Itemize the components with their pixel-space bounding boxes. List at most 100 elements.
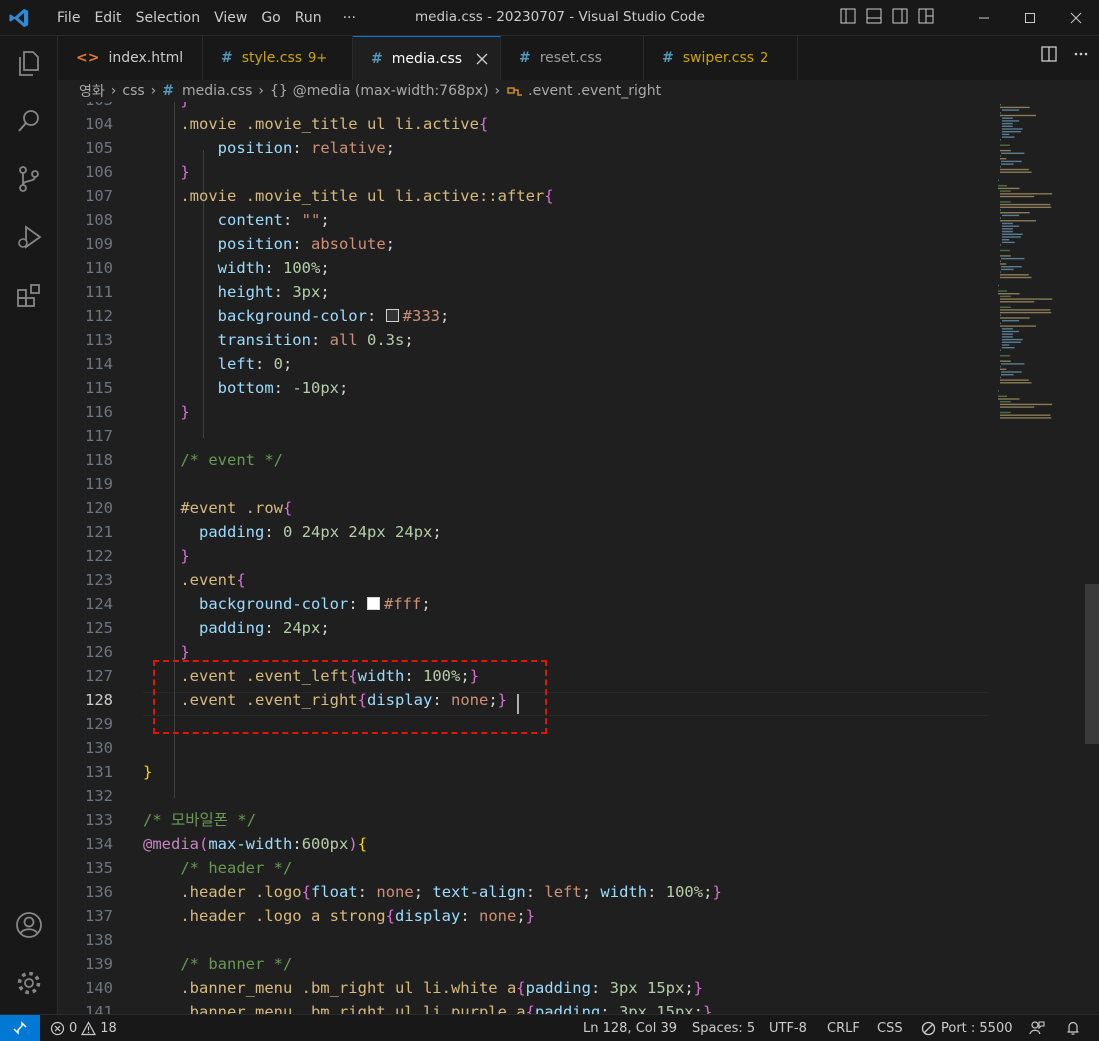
tab-reset-css[interactable]: # reset.css: [501, 36, 644, 80]
code-line[interactable]: 130: [58, 736, 988, 760]
close-window-button[interactable]: [1053, 0, 1099, 35]
vertical-scrollbar[interactable]: [1085, 102, 1099, 1014]
code-line[interactable]: 141 .banner_menu .bm_right ul li.purple …: [58, 1000, 988, 1014]
code-line[interactable]: 121 padding: 0 24px 24px 24px;: [58, 520, 988, 544]
cursor-position[interactable]: Ln 128, Col 39: [583, 1015, 677, 1041]
editor-actions: [1041, 46, 1089, 62]
color-swatch[interactable]: [367, 597, 380, 610]
code-line[interactable]: 132: [58, 784, 988, 808]
menu-selection[interactable]: Selection: [129, 10, 208, 26]
encoding-setting[interactable]: UTF-8: [769, 1015, 807, 1041]
code-text: /* 모바일폰 */: [143, 811, 257, 829]
language-mode[interactable]: CSS: [877, 1015, 903, 1041]
code-line[interactable]: 114 left: 0;: [58, 352, 988, 376]
minimize-button[interactable]: [961, 0, 1007, 35]
code-line[interactable]: 103 }: [58, 102, 988, 112]
code-line[interactable]: 105 position: relative;: [58, 136, 988, 160]
code-line[interactable]: 116 }: [58, 400, 988, 424]
more-actions-icon[interactable]: [1073, 46, 1089, 62]
run-debug-icon[interactable]: [14, 222, 44, 252]
code-editor[interactable]: 103 }104 .movie .movie_title ul li.activ…: [58, 102, 1099, 1014]
minimap-line: [1000, 360, 1011, 362]
scrollbar-thumb[interactable]: [1085, 584, 1099, 744]
live-server-button[interactable]: Port : 5500: [921, 1015, 1013, 1041]
accounts-icon[interactable]: [14, 910, 44, 940]
tab-media-css[interactable]: # media.css: [353, 36, 501, 80]
code-line[interactable]: 134 @media(max-width:600px){: [58, 832, 988, 856]
search-icon[interactable]: [14, 106, 44, 136]
explorer-icon[interactable]: [14, 48, 44, 78]
notifications-button[interactable]: [1065, 1015, 1081, 1041]
breadcrumb-rule[interactable]: .event .event_right: [528, 83, 661, 99]
code-line[interactable]: 122 }: [58, 544, 988, 568]
code-line[interactable]: 136 .header .logo{float: none; text-alig…: [58, 880, 988, 904]
toggle-panel-icon[interactable]: [866, 8, 882, 24]
code-line[interactable]: 119: [58, 472, 988, 496]
code-line[interactable]: 133 /* 모바일폰 */: [58, 808, 988, 832]
problems-button[interactable]: 0 18: [50, 1015, 117, 1041]
source-control-icon[interactable]: [14, 164, 44, 194]
menu-edit[interactable]: Edit: [87, 10, 128, 26]
code-line[interactable]: 115 bottom: -10px;: [58, 376, 988, 400]
window-title: media.css - 20230707 - Visual Studio Cod…: [415, 9, 705, 25]
menu-view[interactable]: View: [207, 10, 254, 26]
code-line[interactable]: 131}: [58, 760, 988, 784]
code-line[interactable]: 112 background-color: #333;: [58, 304, 988, 328]
indentation-setting[interactable]: Spaces: 5: [692, 1015, 755, 1041]
menu-go[interactable]: Go: [254, 10, 287, 26]
remote-indicator-button[interactable]: [0, 1015, 40, 1041]
color-swatch[interactable]: [385, 309, 399, 322]
split-editor-icon[interactable]: [1041, 46, 1057, 62]
settings-gear-icon[interactable]: [14, 968, 44, 998]
minimap-line: [1000, 295, 1011, 298]
tab-index-html[interactable]: <> index.html: [58, 36, 203, 80]
code-line[interactable]: 111 height: 3px;: [58, 280, 988, 304]
eol-setting[interactable]: CRLF: [827, 1015, 860, 1041]
menu-more[interactable]: ···: [329, 10, 363, 26]
breadcrumb-subfolder[interactable]: css: [122, 83, 144, 99]
code-line[interactable]: 113 transition: all 0.3s;: [58, 328, 988, 352]
code-line[interactable]: 110 width: 100%;: [58, 256, 988, 280]
layout-controls: [840, 8, 934, 24]
code-line[interactable]: 138: [58, 928, 988, 952]
close-tab-icon[interactable]: [475, 52, 489, 66]
code-line[interactable]: 135 /* header */: [58, 856, 988, 880]
code-line[interactable]: 107 .movie .movie_title ul li.active::af…: [58, 184, 988, 208]
code-line[interactable]: 137 .header .logo a strong{display: none…: [58, 904, 988, 928]
menu-file[interactable]: File: [50, 10, 87, 26]
code-line[interactable]: 124 background-color: #fff;: [58, 592, 988, 616]
minimap-line: [1002, 131, 1021, 133]
tab-label: style.css: [241, 50, 303, 66]
code-line[interactable]: 104 .movie .movie_title ul li.active{: [58, 112, 988, 136]
line-number: 107: [85, 187, 113, 205]
breadcrumb-scope[interactable]: @media (max-width:768px): [293, 83, 489, 99]
toggle-secondary-sidebar-icon[interactable]: [892, 8, 908, 24]
code-text: content: "";: [217, 211, 330, 229]
tab-style-css[interactable]: # style.css 9+: [203, 36, 353, 80]
code-line[interactable]: 109 position: absolute;: [58, 232, 988, 256]
toggle-primary-sidebar-icon[interactable]: [840, 8, 856, 24]
minimap-line: [1000, 193, 1053, 195]
code-text: .movie .movie_title ul li.active::after{: [180, 187, 554, 205]
breadcrumb-folder[interactable]: 영화: [79, 81, 105, 101]
code-line[interactable]: 118 /* event */: [58, 448, 988, 472]
maximize-button[interactable]: [1007, 0, 1053, 35]
tab-swiper-css[interactable]: # swiper.css 2: [644, 36, 798, 80]
code-line[interactable]: 117: [58, 424, 988, 448]
minimap-line: [1001, 257, 1025, 260]
feedback-button[interactable]: [1029, 1015, 1045, 1041]
minimap-line: [1000, 301, 1035, 303]
code-line[interactable]: 139 /* banner */: [58, 952, 988, 976]
breadcrumb-file[interactable]: media.css: [182, 83, 252, 99]
menu-run[interactable]: Run: [288, 10, 329, 26]
minimap-line: [1000, 325, 1036, 327]
code-line[interactable]: 125 padding: 24px;: [58, 616, 988, 640]
code-line[interactable]: 106 }: [58, 160, 988, 184]
extensions-icon[interactable]: [14, 280, 44, 310]
code-line[interactable]: 123 .event{: [58, 568, 988, 592]
code-line[interactable]: 140 .banner_menu .bm_right ul li.white a…: [58, 976, 988, 1000]
minimap[interactable]: [996, 102, 1086, 422]
customize-layout-icon[interactable]: [918, 8, 934, 24]
code-line[interactable]: 108 content: "";: [58, 208, 988, 232]
code-line[interactable]: 120 #event .row{: [58, 496, 988, 520]
